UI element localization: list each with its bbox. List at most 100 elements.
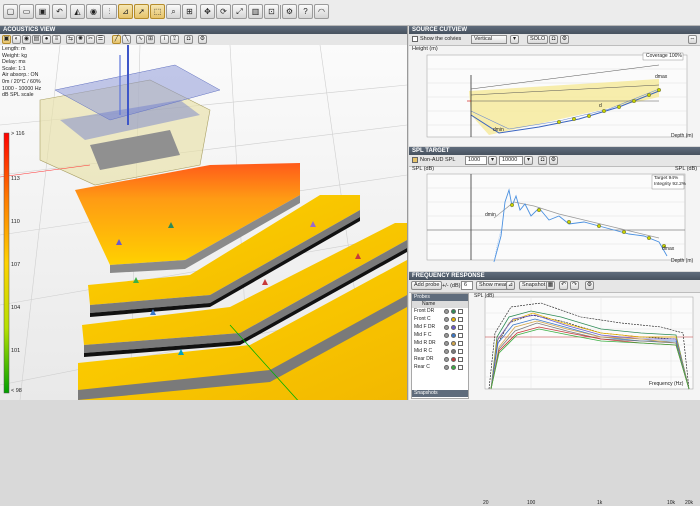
freq-to-stepper[interactable]: ▾ [524,156,533,165]
info-button[interactable]: i [160,35,169,44]
probe-color-icon[interactable] [451,357,456,362]
fit-button[interactable]: ⤢ [232,4,247,19]
zoom-button[interactable]: ⌕ [166,4,181,19]
frequency-response-chart[interactable]: SPL (dB) Frequency (Hz) 20 100 1k 10k 20k [471,293,700,506]
cursor-button[interactable]: ➚ [134,4,149,19]
add-probe-button[interactable]: Add probe [411,281,443,290]
fr-table-button[interactable]: ▦ [546,281,555,290]
cutview-settings-button[interactable]: ⚙ [560,35,569,44]
new-button[interactable]: ▢ [3,4,18,19]
source-icon: ◭ [74,7,81,16]
acoustics-info-line: 1000 - 10000 Hz [2,85,42,92]
probe-row[interactable]: Mid F C [412,332,468,339]
probe-color-icon[interactable] [451,365,456,370]
measure-button[interactable]: ⊿ [506,281,515,290]
freq-from-stepper[interactable]: ▾ [488,156,497,165]
spl-settings-button[interactable]: ⚙ [549,156,558,165]
undo-button[interactable]: ↶ [52,4,67,19]
probe-button[interactable]: ● [42,35,51,44]
speaker-button[interactable]: ◉ [86,4,101,19]
rotate-icon: ⟳ [220,7,227,16]
probe-visibility-icon[interactable] [444,341,449,346]
rigging-button[interactable]: ⫶ [102,4,117,19]
help-button[interactable]: ? [298,4,313,19]
settings-button[interactable]: ⚙ [198,35,207,44]
solo-button[interactable]: SOLO [527,35,549,44]
sources-button[interactable]: ◉ [22,35,31,44]
filter-checkbox[interactable] [412,157,418,163]
wifi-button[interactable]: ◠ [314,4,329,19]
probe-checkbox[interactable] [458,365,463,370]
mode-option-button[interactable]: ▾ [510,35,519,44]
rotate-button[interactable]: ⟳ [216,4,231,19]
acoustics-3d-viewport[interactable]: Length: m Weight: kg Delay: ms Scale: 1:1 Ai… [0,45,407,400]
grid-button[interactable]: ⊞ [182,4,197,19]
line-tool2-button[interactable]: ╲ [122,35,131,44]
probe-row[interactable]: Rear DR [412,356,468,363]
probe-row[interactable]: Front DR [412,308,468,315]
layers-button[interactable]: ≡ [52,35,61,44]
camera-icon: ◘ [551,36,556,42]
snapshot-button[interactable]: ◘ [549,35,558,44]
fr-settings-button[interactable]: ⚙ [585,281,594,290]
surfaces-button[interactable]: ▤ [32,35,41,44]
graph-button[interactable]: ∿ [136,35,145,44]
probe-color-icon[interactable] [451,325,456,330]
probe-color-icon[interactable] [451,333,456,338]
flip-button[interactable]: ⇆ [66,35,75,44]
expand-button[interactable]: ⇔ [688,35,697,44]
grid4-button[interactable]: ⊡ [264,4,279,19]
cut-button[interactable]: ✂ [86,35,95,44]
probe-row[interactable]: Mid R C [412,348,468,355]
snapshot-button[interactable]: Snapshot [519,281,549,290]
probe-visibility-icon[interactable] [444,309,449,314]
freq-from-input[interactable]: 1000 [465,156,487,165]
freq-to-input[interactable]: 10000 [499,156,523,165]
probe-color-icon[interactable] [451,349,456,354]
db-range-input[interactable]: 6 [461,281,473,290]
probe-visibility-icon[interactable] [444,317,449,322]
grid-button[interactable]: ⊞ [146,35,155,44]
source-cutview-chart[interactable]: Coverage 100% Height (m) Depth (m) dmax … [409,45,700,247]
probe-checkbox[interactable] [458,325,463,330]
probe-row[interactable]: Mid R DR [412,340,468,347]
layout-button[interactable]: ▥ [248,4,263,19]
probe-visibility-icon[interactable] [444,365,449,370]
color-map-button[interactable]: ◐ [12,35,21,44]
select-button[interactable]: ⬚ [150,4,165,19]
probe-color-icon[interactable] [451,341,456,346]
show-colvies-checkbox[interactable] [412,36,418,42]
view-3d-button[interactable]: ▣ [2,35,11,44]
probe-checkbox[interactable] [458,349,463,354]
probe-checkbox[interactable] [458,317,463,322]
export-button[interactable]: ⇪ [170,35,179,44]
fr-redo-button[interactable]: ↷ [570,281,579,290]
probe-checkbox[interactable] [458,357,463,362]
open-button[interactable]: ▭ [19,4,34,19]
probe-visibility-icon[interactable] [444,325,449,330]
line-tool-button[interactable]: ╱ [112,35,121,44]
probe-visibility-icon[interactable] [444,333,449,338]
fr-undo-button[interactable]: ↶ [559,281,568,290]
probe-checkbox[interactable] [458,341,463,346]
spl-target-chart[interactable]: Target 94% Integrity 92.2% SPL (dB) SPL … [409,166,700,375]
probe-color-icon[interactable] [451,317,456,322]
probe-color-icon[interactable] [451,309,456,314]
gear-button[interactable]: ⚙ [282,4,297,19]
light-button[interactable]: ✺ [76,35,85,44]
list-button[interactable]: ☰ [96,35,105,44]
pan-button[interactable]: ✥ [200,4,215,19]
probe-row[interactable]: Front C [412,316,468,323]
probe-visibility-icon[interactable] [444,357,449,362]
save-button[interactable]: ▣ [35,4,50,19]
spl-snapshot-button[interactable]: ◘ [538,156,547,165]
probe-checkbox[interactable] [458,309,463,314]
source-button[interactable]: ◭ [70,4,85,19]
camera-button[interactable]: ◘ [184,35,193,44]
probe-checkbox[interactable] [458,333,463,338]
probe-visibility-icon[interactable] [444,349,449,354]
probe-row[interactable]: Mid F DR [412,324,468,331]
mode-select[interactable]: Vertical [471,35,507,44]
measure-button[interactable]: ⊿ [118,4,133,19]
probe-row[interactable]: Rear C [412,364,468,371]
